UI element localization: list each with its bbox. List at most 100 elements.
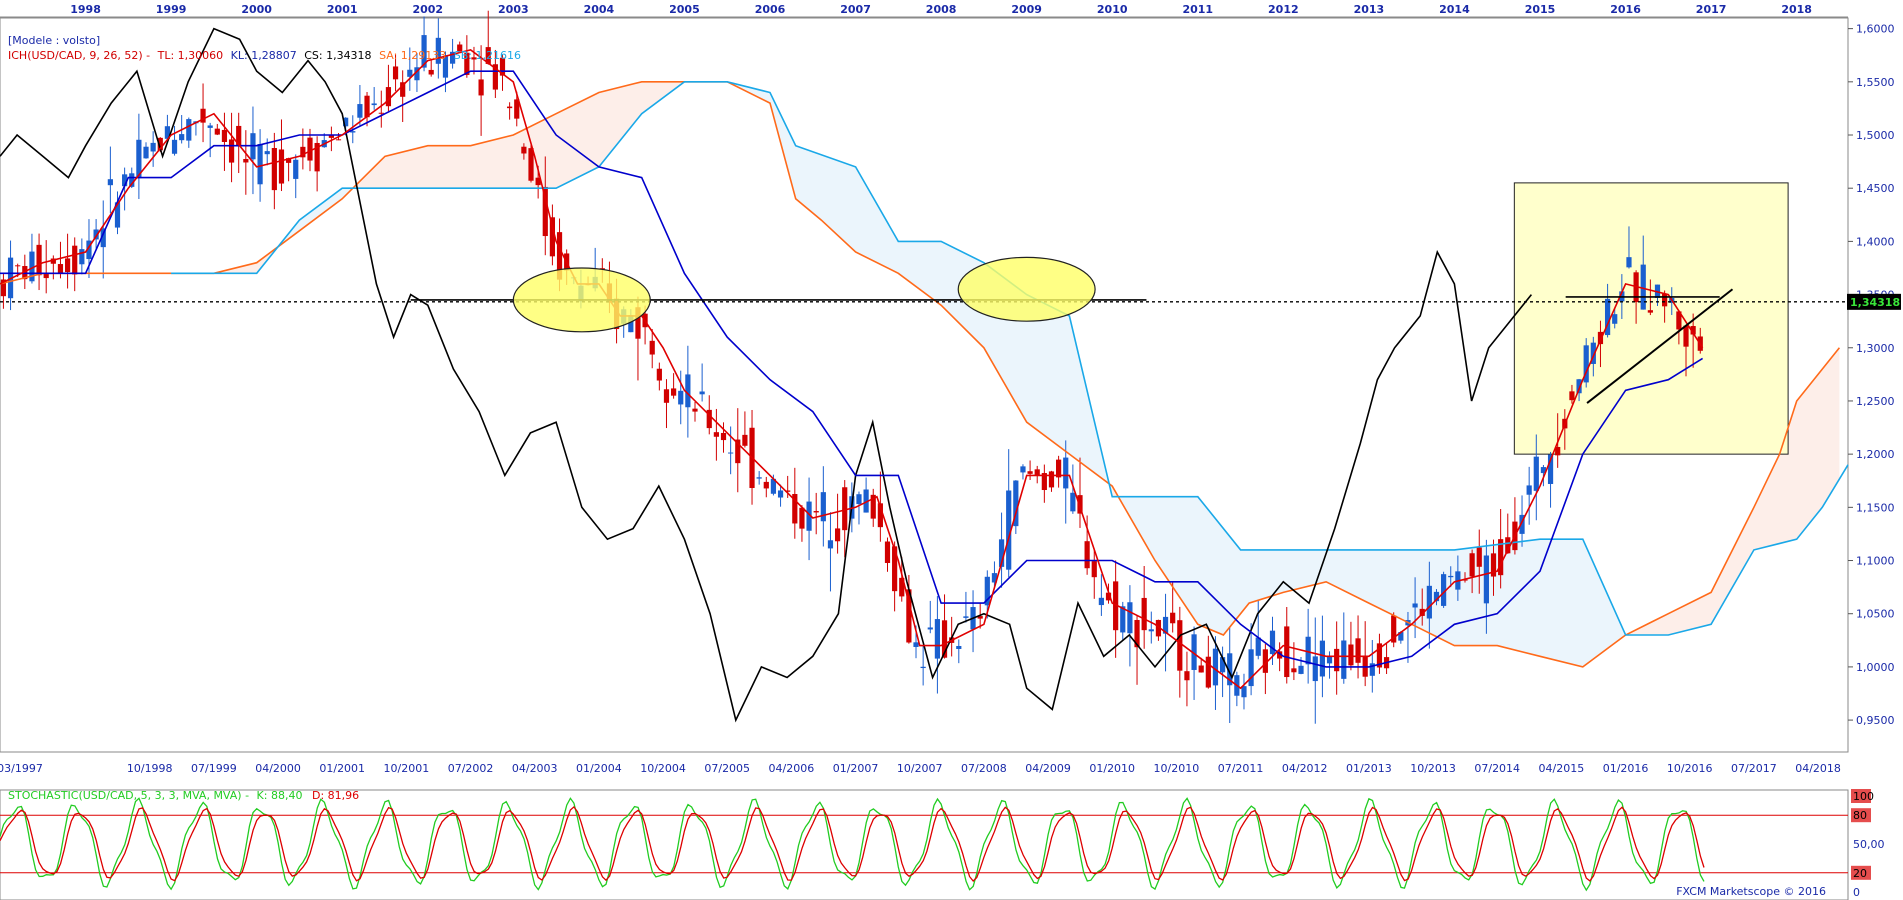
candle-body [1170, 612, 1176, 624]
candle-body [1348, 644, 1354, 666]
date-label: 04/2012 [1282, 762, 1328, 775]
candle-body [1291, 668, 1297, 673]
price-axis: 1,60001,55001,50001,45001,40001,35001,30… [1848, 23, 1895, 727]
candle-body [36, 244, 42, 276]
candle-body [1319, 640, 1326, 677]
legend-cs: CS: 1,34318 [304, 49, 371, 62]
candle-body [1647, 310, 1653, 313]
candle-body [385, 87, 392, 107]
candle-body [1426, 585, 1432, 619]
candle-body [57, 264, 64, 273]
candle-body [264, 151, 270, 155]
chart-title: [Modele : volsto] [8, 34, 100, 47]
date-label: 01/2016 [1603, 762, 1649, 775]
date-label: 07/2014 [1474, 762, 1520, 775]
price-tick-label: 1,4500 [1856, 182, 1895, 195]
legend-tl: TL: 1,30060 [157, 49, 224, 62]
candle-body [1048, 471, 1055, 488]
top-year-label: 2003 [498, 3, 529, 16]
top-year-label: 2017 [1696, 3, 1727, 16]
candle-body [64, 258, 71, 273]
candle-body [799, 507, 805, 529]
candle-body [214, 128, 220, 135]
date-label: 01/2010 [1089, 762, 1135, 775]
date-label: 01/2013 [1346, 762, 1392, 775]
candle-body [1683, 325, 1689, 347]
candle-body [335, 139, 342, 141]
candle-body [1184, 671, 1190, 681]
candle-body [307, 137, 313, 161]
candle-body [1084, 541, 1090, 569]
date-label: 07/2005 [704, 762, 750, 775]
candle-body [1341, 640, 1347, 679]
date-label: 04/2015 [1539, 762, 1585, 775]
candle-body [1198, 665, 1204, 673]
top-year-label: 2013 [1354, 3, 1385, 16]
date-label: 10/2013 [1410, 762, 1456, 775]
price-tick-label: 1,0000 [1856, 661, 1895, 674]
candle-body [179, 134, 185, 141]
candle-body [713, 432, 719, 437]
current-price-label: 1,34318 [1850, 296, 1900, 309]
date-label: 04/2018 [1795, 762, 1841, 775]
price-tick-label: 1,3000 [1856, 342, 1895, 355]
candle-body [72, 245, 78, 275]
candle-body [842, 487, 848, 531]
date-label: 04/2006 [769, 762, 815, 775]
candle-body [43, 273, 49, 279]
candle-body [728, 452, 734, 454]
candle-body [1212, 648, 1219, 686]
candle-body [756, 477, 762, 479]
date-label: 01/2007 [833, 762, 879, 775]
candle-body [720, 432, 727, 441]
stoch-tick-label: 80 [1853, 809, 1867, 822]
candle-body [1284, 626, 1290, 678]
candle-body [920, 666, 926, 669]
candle-body [777, 490, 784, 498]
stochastic-axis: 100 80 50,00 20 0 [1851, 789, 1885, 899]
candle-body [1305, 636, 1311, 665]
candle-body [678, 390, 684, 405]
top-year-label: 2000 [241, 3, 272, 16]
candle-body [357, 104, 363, 118]
candle-body [528, 148, 534, 181]
date-label: 10/2004 [640, 762, 686, 775]
price-tick-label: 1,5500 [1856, 76, 1895, 89]
top-year-label: 2009 [1011, 3, 1042, 16]
candle-body [1098, 597, 1104, 606]
candle-body [913, 642, 919, 647]
date-label: 10/2010 [1154, 762, 1200, 775]
candle-body [257, 144, 263, 185]
candle-body [1412, 603, 1418, 608]
candle-body [884, 541, 891, 563]
date-label: 10/2016 [1667, 762, 1713, 775]
candle-body [1612, 314, 1618, 324]
top-year-label: 1999 [156, 3, 187, 16]
date-label: 07/2008 [961, 762, 1007, 775]
candle-body [1063, 457, 1069, 489]
date-label: 10/2007 [897, 762, 943, 775]
top-year-label: 2015 [1525, 3, 1556, 16]
candle-body [79, 249, 85, 265]
candle-body [1070, 492, 1076, 512]
candle-body [1298, 665, 1304, 674]
date-label: 04/2009 [1025, 762, 1071, 775]
current-price-badge: 1,34318 [1847, 293, 1901, 310]
top-year-label: 2004 [584, 3, 615, 16]
date-label: 03/1997 [0, 762, 43, 775]
price-tick-label: 1,1500 [1856, 501, 1895, 514]
candle-body [699, 391, 705, 395]
top-year-label: 2002 [412, 3, 443, 16]
candle-body [228, 139, 235, 163]
date-label: 04/2000 [255, 762, 301, 775]
candle-body [1177, 620, 1183, 671]
candle-body [963, 616, 969, 618]
candle-body [1662, 293, 1668, 307]
date-label: 07/2002 [448, 762, 494, 775]
candle-body [813, 511, 819, 513]
top-year-label: 2008 [926, 3, 957, 16]
candle-body [1269, 630, 1276, 655]
candle-body [827, 540, 834, 549]
candle-body [364, 95, 370, 118]
candle-body [1483, 555, 1489, 604]
